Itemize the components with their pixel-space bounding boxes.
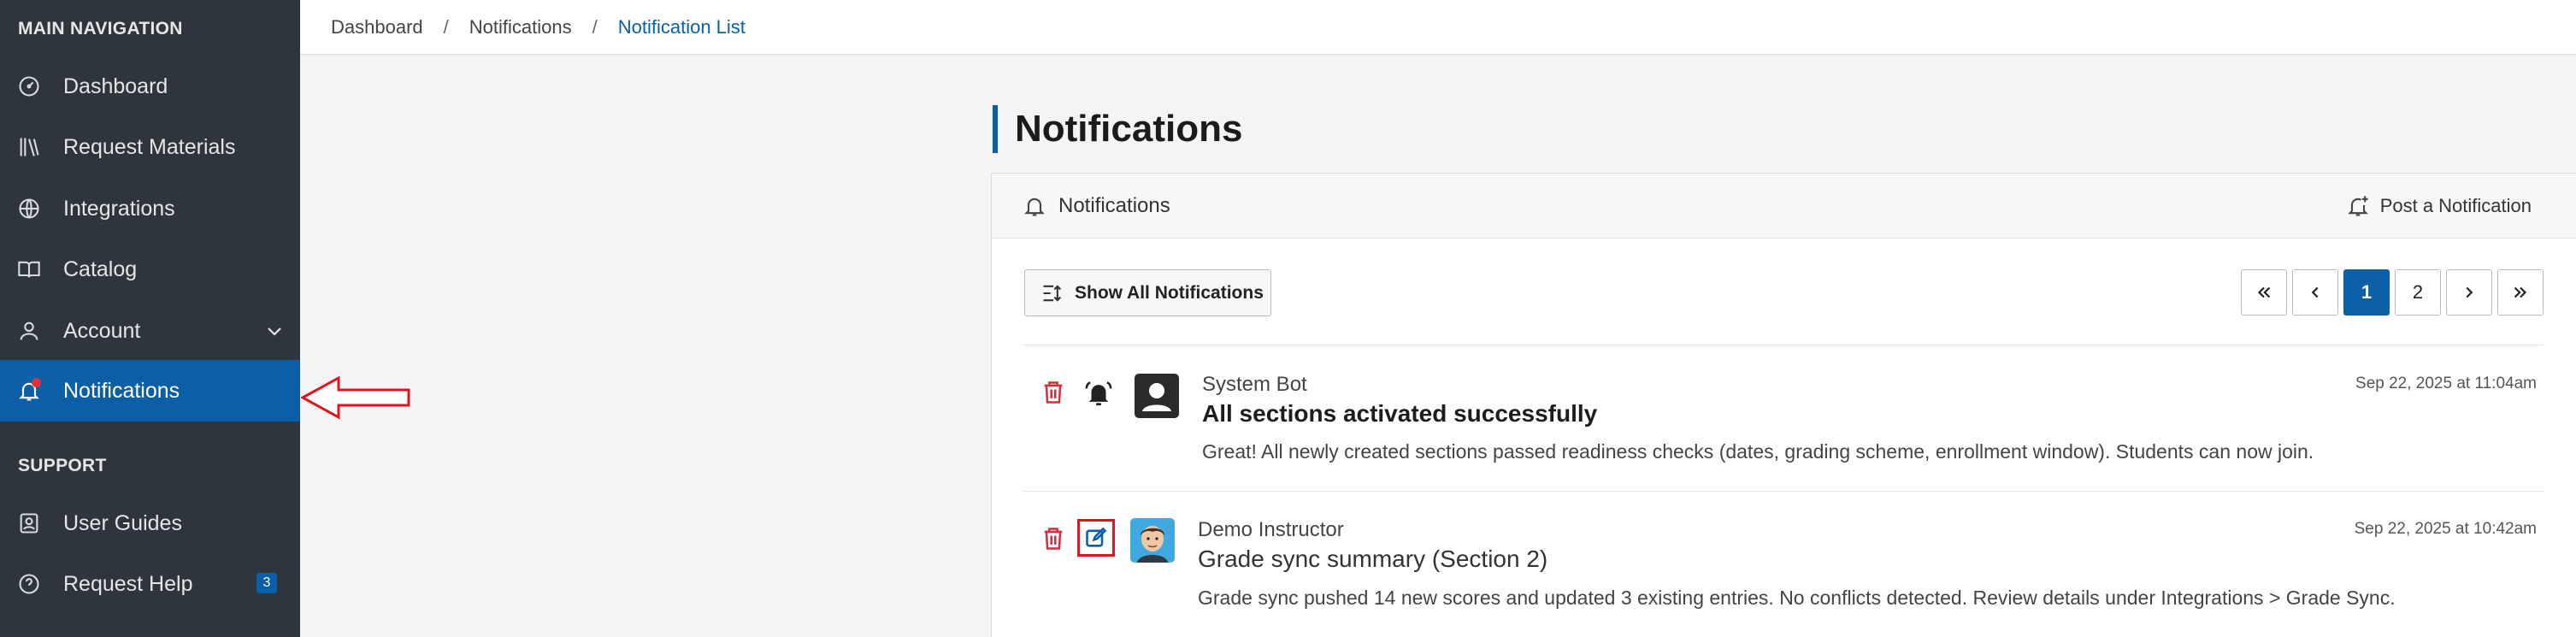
breadcrumb: Dashboard / Notifications / Notification… bbox=[300, 0, 2576, 55]
main-navigation-heading: MAIN NAVIGATION bbox=[18, 19, 183, 38]
notification-sender: System Bot bbox=[1202, 373, 1307, 396]
guide-icon bbox=[15, 510, 43, 537]
bell-ring-icon bbox=[1082, 376, 1116, 410]
breadcrumb-separator: / bbox=[443, 15, 449, 38]
sidebar-item-label: Integrations bbox=[63, 196, 175, 221]
breadcrumb-dashboard[interactable]: Dashboard bbox=[331, 16, 423, 38]
breadcrumb-current: Notification List bbox=[617, 15, 746, 38]
chevron-left-icon bbox=[2311, 286, 2319, 298]
notification-timestamp: Sep 22, 2025 at 11:04am bbox=[2355, 375, 2537, 392]
sidebar-item-request-help[interactable]: Request Help 3 bbox=[0, 553, 300, 615]
sidebar-item-label: Request Help bbox=[63, 571, 193, 596]
sidebar: MAIN NAVIGATION Dashboard Request Materi… bbox=[0, 0, 300, 637]
chevrons-right-icon bbox=[2514, 286, 2527, 298]
notification-item: System Bot All sections activated succes… bbox=[1023, 345, 2544, 491]
trash-icon[interactable] bbox=[1041, 526, 1067, 551]
book-open-icon bbox=[15, 256, 43, 283]
sidebar-item-label: Account bbox=[63, 318, 141, 343]
list-filter-icon bbox=[1043, 284, 1062, 302]
gauge-icon bbox=[15, 73, 43, 100]
bell-icon bbox=[15, 377, 43, 404]
sidebar-item-account[interactable]: Account bbox=[0, 300, 300, 362]
sidebar-item-label: Notifications bbox=[63, 378, 180, 403]
notifications-card: Notifications Post a Notification Show A… bbox=[991, 173, 2576, 637]
last-page-button[interactable] bbox=[2497, 269, 2544, 316]
pagination: 1 2 bbox=[2241, 269, 2544, 316]
show-all-label: Show All Notifications bbox=[1075, 282, 1264, 303]
sidebar-item-user-guides[interactable]: User Guides bbox=[0, 492, 300, 554]
chevron-right-icon bbox=[2466, 286, 2473, 298]
sidebar-item-request-materials[interactable]: Request Materials bbox=[0, 116, 300, 178]
sidebar-item-notifications[interactable]: Notifications bbox=[0, 360, 300, 422]
post-notification-button[interactable]: Post a Notification bbox=[2346, 194, 2532, 218]
first-page-button[interactable] bbox=[2241, 269, 2287, 316]
sidebar-item-dashboard[interactable]: Dashboard bbox=[0, 56, 300, 117]
show-all-notifications-button[interactable]: Show All Notifications bbox=[1024, 269, 1271, 316]
notification-subject: Grade sync summary (Section 2) bbox=[1198, 546, 1548, 572]
page-button-1[interactable]: 1 bbox=[2343, 269, 2390, 316]
bell-plus-icon bbox=[2347, 195, 2368, 216]
breadcrumb-separator: / bbox=[592, 15, 598, 38]
user-square-icon bbox=[1135, 374, 1179, 418]
next-page-button[interactable] bbox=[2446, 269, 2492, 316]
card-header-title: Notifications bbox=[1023, 194, 1170, 218]
annotation-arrow-icon bbox=[301, 375, 410, 420]
prev-page-button[interactable] bbox=[2292, 269, 2338, 316]
card-header-label: Notifications bbox=[1058, 193, 1170, 217]
page-title: Notifications bbox=[993, 105, 1242, 153]
chevron-down-icon[interactable] bbox=[264, 321, 285, 341]
sidebar-item-catalog[interactable]: Catalog bbox=[0, 239, 300, 300]
notification-subject: All sections activated successfully bbox=[1202, 400, 1598, 427]
sidebar-item-label: Request Materials bbox=[63, 134, 236, 159]
post-notification-label: Post a Notification bbox=[2379, 194, 2532, 216]
bell-icon bbox=[1024, 198, 1045, 216]
sidebar-item-label: Catalog bbox=[63, 257, 138, 281]
sidebar-item-label: User Guides bbox=[63, 510, 182, 535]
notification-body: Great! All newly created sections passed… bbox=[1202, 440, 2314, 463]
sidebar-item-label: Dashboard bbox=[63, 74, 168, 98]
support-heading: SUPPORT bbox=[18, 456, 107, 475]
user-icon bbox=[15, 317, 43, 345]
notification-item: Demo Instructor Grade sync summary (Sect… bbox=[1023, 492, 2544, 637]
books-icon bbox=[15, 133, 43, 161]
edit-icon[interactable] bbox=[1077, 519, 1115, 557]
card-header: Notifications Post a Notification bbox=[992, 174, 2576, 239]
notification-sender: Demo Instructor bbox=[1198, 518, 1344, 541]
chevrons-left-icon bbox=[2257, 286, 2271, 298]
globe-icon bbox=[15, 195, 43, 222]
page-button-2[interactable]: 2 bbox=[2395, 269, 2441, 316]
breadcrumb-notifications[interactable]: Notifications bbox=[469, 16, 572, 38]
trash-icon[interactable] bbox=[1041, 380, 1067, 405]
unread-dot bbox=[32, 378, 41, 387]
help-icon bbox=[15, 570, 43, 598]
notification-timestamp: Sep 22, 2025 at 10:42am bbox=[2354, 520, 2537, 538]
help-count-badge: 3 bbox=[256, 573, 277, 593]
instructor-avatar bbox=[1130, 518, 1175, 563]
sidebar-item-integrations[interactable]: Integrations bbox=[0, 178, 300, 239]
notification-body: Grade sync pushed 14 new scores and upda… bbox=[1198, 587, 2396, 609]
